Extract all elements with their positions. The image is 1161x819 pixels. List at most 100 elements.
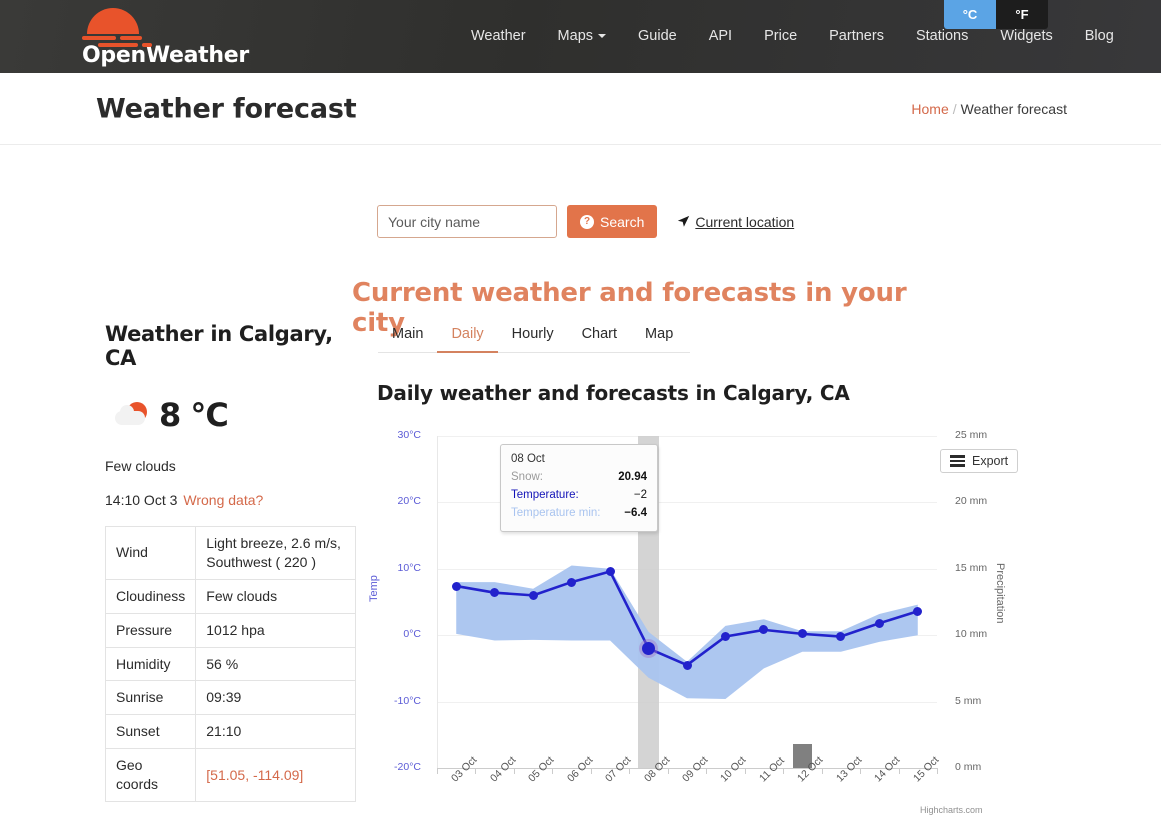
geo-coords-link[interactable]: [51.05, -114.09]: [195, 748, 356, 803]
navigation-arrow-icon: [678, 215, 690, 227]
x-axis-tick: [744, 768, 746, 774]
breadcrumb-current: Weather forecast: [960, 100, 1067, 117]
x-axis-tick: [898, 768, 900, 774]
export-button[interactable]: Export: [940, 449, 1019, 473]
question-mark-icon: ?: [580, 214, 594, 229]
tab-map[interactable]: Map: [631, 322, 687, 353]
breadcrumb-home[interactable]: Home: [911, 101, 948, 117]
chart-plot-area: [456, 565, 919, 699]
x-axis-tick: [821, 768, 823, 774]
row-key: Wind: [104, 526, 197, 580]
observation-time: 14:10 Oct 3: [105, 492, 178, 508]
x-axis-tick: [937, 768, 938, 774]
x-axis-tick: [552, 768, 554, 774]
weather-details-table: Wind Light breeze, 2.6 m/s, Southwest ( …: [104, 526, 356, 803]
chart-point[interactable]: [528, 590, 538, 600]
tab-main[interactable]: Main: [378, 322, 437, 353]
chart-point[interactable]: [720, 632, 730, 642]
nav-item-partners[interactable]: Partners: [813, 0, 900, 73]
tab-daily[interactable]: Daily: [437, 322, 498, 353]
chart-tooltip: 08 Oct Snow: 20.94 Temperature: −2 Tempe…: [500, 444, 658, 533]
x-axis-tick: [860, 768, 862, 774]
tab-hourly[interactable]: Hourly: [498, 322, 568, 353]
x-axis-tick: [590, 768, 592, 774]
tooltip-row-snow: Snow: 20.94: [511, 469, 647, 487]
page-header: Weather forecast Home / Weather forecast: [0, 73, 1161, 145]
current-temperature-block: 8 °C: [113, 396, 357, 434]
tooltip-value: 20.94: [618, 471, 647, 483]
unit-fahrenheit-button[interactable]: °F: [996, 0, 1048, 29]
row-key: Sunrise: [104, 680, 197, 716]
tab-chart[interactable]: Chart: [568, 322, 631, 353]
tooltip-date: 08 Oct: [511, 453, 545, 465]
current-location-label: Current location: [695, 213, 795, 230]
nav-item-maps[interactable]: Maps: [542, 0, 622, 73]
tooltip-key: Temperature:: [511, 488, 579, 501]
current-temperature-value: 8 °C: [159, 396, 229, 434]
table-row: Sunset 21:10: [104, 714, 356, 750]
wrong-data-link[interactable]: Wrong data?: [183, 492, 263, 508]
search-button-label: Search: [600, 213, 645, 230]
row-key: Sunset: [104, 714, 197, 750]
nav-item-guide[interactable]: Guide: [622, 0, 693, 73]
current-weather-panel: Weather in Calgary, CA 8 °C Few clouds 1…: [104, 322, 357, 803]
x-axis-tick: [513, 768, 515, 774]
chart-point[interactable]: [605, 566, 615, 576]
chart-point[interactable]: [913, 606, 923, 616]
table-row: Pressure 1012 hpa: [104, 612, 356, 648]
tooltip-value: −6.4: [624, 506, 647, 519]
search-input[interactable]: [377, 205, 557, 238]
chart-point-selected[interactable]: [642, 641, 656, 655]
unit-celsius-button[interactable]: °C: [944, 0, 996, 29]
forecast-tabs: Main Daily Hourly Chart Map: [378, 322, 690, 353]
row-value: 09:39: [195, 680, 356, 716]
x-axis-tick: [706, 768, 708, 774]
nav-item-price[interactable]: Price: [748, 0, 813, 73]
table-row: Humidity 56 %: [104, 646, 356, 682]
row-value: Few clouds: [195, 578, 356, 614]
table-row: Cloudiness Few clouds: [104, 578, 356, 614]
tooltip-row-temperature-min: Temperature min: −6.4: [511, 505, 647, 523]
chart-point[interactable]: [682, 660, 692, 670]
few-clouds-icon: [113, 400, 155, 430]
nav-item-api[interactable]: API: [693, 0, 748, 73]
logo[interactable]: OpenWeather: [82, 8, 282, 68]
x-axis-tick: [437, 768, 438, 774]
tooltip-key: Temperature min:: [511, 506, 601, 519]
page-title: Weather forecast: [96, 93, 357, 124]
chart-point[interactable]: [874, 618, 884, 628]
row-key: Pressure: [104, 612, 197, 648]
unit-toggle: °C °F: [944, 0, 1048, 29]
search-button[interactable]: ? Search: [567, 205, 658, 238]
top-navigation-bar: OpenWeather Weather Maps Guide API Price…: [0, 0, 1161, 73]
row-key: Humidity: [104, 646, 197, 682]
nav-item-blog[interactable]: Blog: [1069, 0, 1130, 73]
export-button-label: Export: [972, 454, 1009, 468]
breadcrumb-separator: /: [952, 100, 957, 117]
hamburger-icon: [950, 455, 965, 467]
x-axis-tick: [629, 768, 631, 774]
search-row: ? Search Current location: [377, 205, 794, 238]
tooltip-value: −2: [633, 488, 647, 501]
weather-description: Few clouds: [105, 458, 176, 474]
nav-item-maps-label: Maps: [557, 28, 594, 44]
x-axis-tick: [667, 768, 669, 774]
row-key: Cloudiness: [104, 578, 197, 614]
row-key: Geo coords: [104, 748, 197, 803]
chart-point[interactable]: [451, 581, 461, 591]
chart-point[interactable]: [567, 577, 577, 587]
row-value: Light breeze, 2.6 m/s, Southwest ( 220 ): [195, 526, 356, 580]
table-row: Wind Light breeze, 2.6 m/s, Southwest ( …: [104, 526, 356, 580]
current-location-button[interactable]: Current location: [677, 214, 794, 230]
nav-item-weather[interactable]: Weather: [455, 0, 542, 73]
breadcrumb: Home / Weather forecast: [911, 101, 1067, 117]
chart-title: Daily weather and forecasts in Calgary, …: [377, 381, 850, 405]
tooltip-row-temperature: Temperature: −2: [511, 487, 647, 505]
row-value: 56 %: [195, 646, 356, 682]
row-value: 1012 hpa: [195, 612, 356, 648]
table-row: Sunrise 09:39: [104, 680, 356, 716]
chevron-down-icon: [598, 34, 607, 39]
highcharts-credit: Highcharts.com: [920, 805, 983, 815]
openweather-sun-icon: [82, 8, 166, 47]
city-heading: Weather in Calgary, CA: [105, 322, 333, 370]
